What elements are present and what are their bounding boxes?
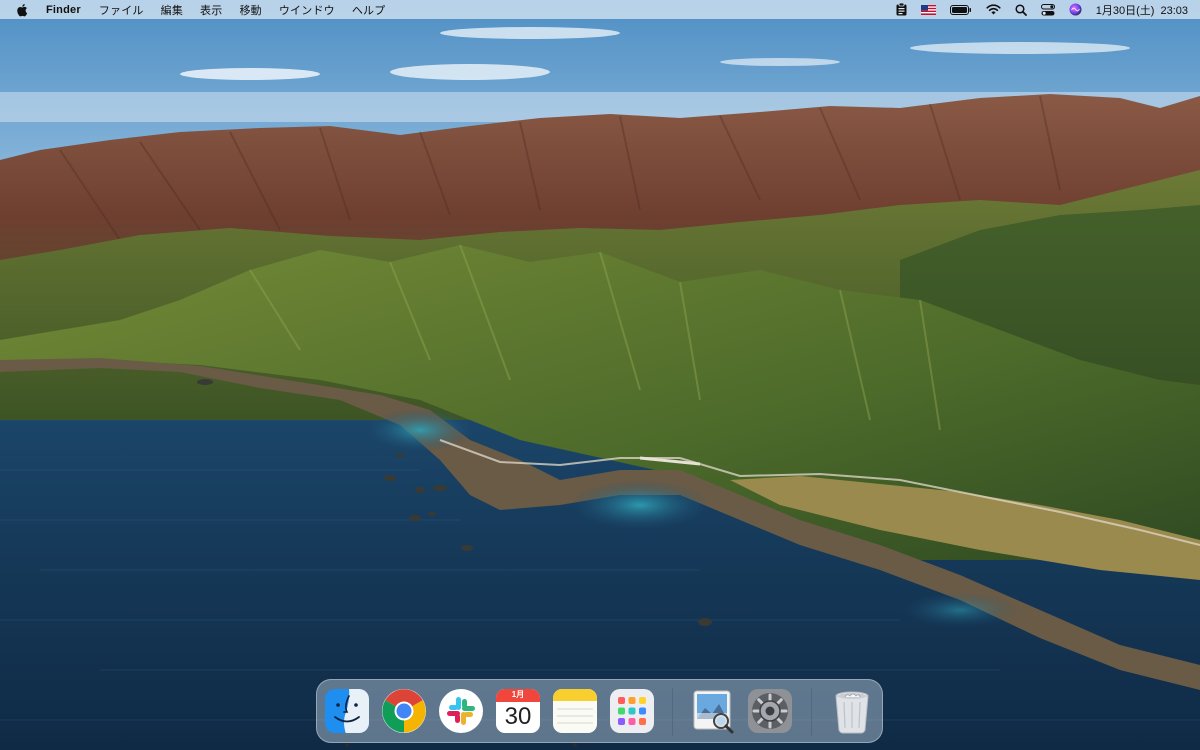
- dock-item-slack[interactable]: [438, 688, 484, 734]
- menu-go[interactable]: 移動: [239, 2, 261, 18]
- running-indicator: [573, 743, 577, 747]
- siri-icon[interactable]: [1069, 0, 1082, 19]
- menu-bar: Finder ファイル 編集 表示 移動 ウインドウ ヘルプ 1月30日(土) …: [0, 0, 1200, 19]
- clock-date: 1月30日(土): [1095, 4, 1155, 17]
- us-flag-icon[interactable]: [920, 0, 936, 19]
- finder-icon: [325, 689, 369, 733]
- menu-edit[interactable]: 編集: [161, 2, 183, 18]
- trash-icon: [835, 691, 869, 734]
- dock-item-finder[interactable]: [324, 688, 370, 747]
- dock-item-notes[interactable]: [552, 688, 598, 747]
- calendar-month: 1月: [511, 690, 525, 699]
- slack-icon: [439, 689, 483, 733]
- dock-item-calendar[interactable]: 1月 30: [495, 688, 541, 734]
- dock-separator: [811, 688, 812, 736]
- search-icon[interactable]: [1015, 0, 1027, 19]
- desktop-wallpaper: [0, 0, 1200, 750]
- running-indicator: [345, 743, 349, 747]
- wifi-icon[interactable]: [986, 0, 1001, 19]
- dock-item-launchpad[interactable]: [609, 688, 655, 734]
- clock-time: 23:03: [1160, 4, 1188, 17]
- desktop: Finder ファイル 編集 表示 移動 ウインドウ ヘルプ 1月30日(土) …: [0, 0, 1200, 750]
- menu-help[interactable]: ヘルプ: [352, 2, 386, 18]
- calendar-day: 30: [504, 703, 532, 730]
- menu-window[interactable]: ウインドウ: [279, 2, 335, 18]
- notes-icon: [553, 689, 597, 733]
- menu-file[interactable]: ファイル: [99, 2, 144, 18]
- launchpad-icon: [610, 689, 654, 733]
- control-center-icon[interactable]: [1040, 0, 1055, 19]
- menu-app-finder[interactable]: Finder: [46, 4, 81, 16]
- clipboard-icon[interactable]: [896, 0, 907, 19]
- menu-view[interactable]: 表示: [200, 2, 222, 18]
- preview-icon: [693, 690, 734, 734]
- battery-icon[interactable]: [949, 0, 972, 19]
- menubar-clock[interactable]: 1月30日(土) 23:03: [1096, 2, 1188, 18]
- apple-menu-icon[interactable]: [16, 3, 30, 17]
- dock-item-preview[interactable]: [690, 688, 736, 734]
- chrome-icon: [382, 689, 426, 733]
- dock-item-chrome[interactable]: [381, 688, 427, 734]
- dock-item-trash[interactable]: [829, 688, 875, 734]
- dock: 1月 30: [316, 679, 883, 747]
- dock-item-system-preferences[interactable]: [747, 688, 793, 734]
- dock-separator: [672, 688, 673, 736]
- system-preferences-icon: [748, 689, 792, 733]
